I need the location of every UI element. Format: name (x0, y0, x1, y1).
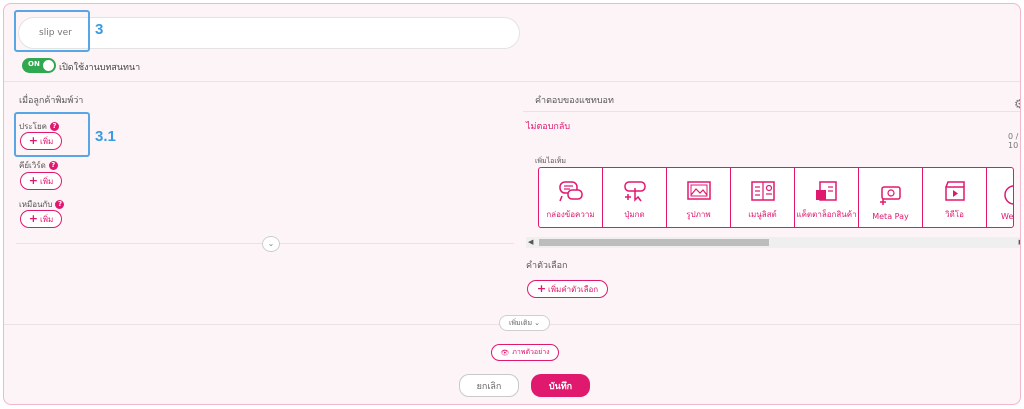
section-divider (4, 81, 1020, 82)
plus-icon: + (28, 134, 38, 147)
add-exact-match-label: เพิ่ม (39, 214, 54, 224)
toggle-label: เปิดใช้งานบทสนทนา (59, 63, 141, 73)
card-label: Meta Pay (872, 212, 909, 221)
help-icon[interactable]: ? (55, 200, 65, 209)
enable-conversation-toggle[interactable]: ON (22, 58, 56, 73)
annotation-label-3: 3 (95, 21, 104, 38)
card-video[interactable]: วิดีโอ (923, 168, 987, 227)
highlight-box-3 (14, 10, 90, 52)
cards-horizontal-scrollbar[interactable]: ◀ ▶ (526, 237, 1020, 248)
plus-icon: + (536, 282, 547, 295)
card-label: รูปภาพ (686, 210, 711, 219)
chat-bubble-icon (558, 181, 583, 202)
options-title: คำตัวเลือก (526, 261, 568, 271)
expand-chevron-icon[interactable]: ⌄ (262, 236, 280, 252)
chevron-down-icon: ⌄ (534, 319, 541, 327)
conversation-name-field[interactable] (18, 17, 520, 49)
eye-icon: 👁 (500, 348, 510, 357)
meta-pay-icon (879, 186, 901, 205)
web-icon (1004, 185, 1013, 205)
image-icon (686, 181, 711, 200)
conversation-editor-panel: 3 ON เปิดใช้งานบทสนทนา เมื่อลูกค้าพิมพ์ว… (3, 3, 1021, 405)
card-label: กล่องข้อความ (546, 210, 595, 219)
card-label: เมนูลิสต์ (748, 210, 777, 219)
annotation-label-3-1: 3.1 (95, 128, 116, 145)
card-button[interactable]: ปุ่มกด (603, 168, 667, 227)
toggle-knob (43, 60, 54, 71)
catalog-icon (815, 181, 837, 201)
keyword-label: คีย์เวิร์ด ? (19, 159, 58, 172)
plus-icon: + (28, 212, 38, 225)
more-button[interactable]: เพิ่มเติม ⌄ (499, 315, 550, 331)
card-label: Web (1001, 212, 1013, 221)
add-item-label: เพิ่มไอเท็ม (535, 157, 566, 165)
no-reply-option[interactable]: ไม่ตอบกลับ (526, 119, 570, 133)
card-label: ปุ่มกด (624, 210, 645, 219)
menu-list-icon (750, 181, 775, 201)
add-keyword-button[interactable]: + เพิ่ม (20, 172, 62, 190)
scroll-right-arrow-icon[interactable]: ▶ (1019, 237, 1020, 248)
card-menu-list[interactable]: เมนูลิสต์ (731, 168, 795, 227)
right-panel-title: คำตอบของแชทบอท (535, 96, 614, 106)
add-sentence-button[interactable]: + เพิ่ม (20, 132, 62, 150)
preview-button[interactable]: 👁 ภาพตัวอย่าง (491, 344, 559, 361)
plus-icon: + (28, 174, 38, 187)
item-type-cards: กล่องข้อความ ปุ่มกด รูปภาพ เมนูลิสต์ แค็… (538, 167, 1014, 228)
add-exact-match-button[interactable]: + เพิ่ม (20, 210, 62, 228)
add-option-label: เพิ่มคำตัวเลือก (548, 284, 599, 294)
card-meta-pay[interactable]: Meta Pay (859, 168, 923, 227)
save-button[interactable]: บันทึก (531, 374, 590, 397)
left-panel-title: เมื่อลูกค้าพิมพ์ว่า (19, 96, 84, 106)
more-label: เพิ่มเติม (508, 318, 533, 327)
conversation-name-input[interactable] (37, 27, 497, 39)
card-web[interactable]: Web (987, 168, 1013, 227)
card-image[interactable]: รูปภาพ (667, 168, 731, 227)
card-label: วิดีโอ (945, 210, 964, 219)
add-option-button[interactable]: + เพิ่มคำตัวเลือก (527, 280, 608, 298)
add-sentence-label: เพิ่ม (39, 136, 54, 146)
card-text-box[interactable]: กล่องข้อความ (539, 168, 603, 227)
card-label: แค็ตตาล็อกสินค้า (796, 210, 857, 219)
scrollbar-thumb[interactable] (539, 239, 769, 246)
cancel-button[interactable]: ยกเลิก (459, 374, 519, 397)
toggle-state-label: ON (28, 60, 40, 68)
keyword-label-text: คีย์เวิร์ด (19, 161, 46, 170)
add-keyword-label: เพิ่ม (39, 176, 54, 186)
preview-label: ภาพตัวอย่าง (512, 348, 550, 356)
help-icon[interactable]: ? (48, 161, 58, 170)
item-counter: 0 / 10 (1008, 132, 1019, 150)
gear-icon[interactable]: ⚙ (1014, 97, 1020, 111)
button-click-icon (623, 181, 646, 202)
card-catalog[interactable]: แค็ตตาล็อกสินค้า (795, 168, 859, 227)
right-panel-divider (523, 111, 1020, 112)
scroll-left-arrow-icon[interactable]: ◀ (528, 237, 533, 248)
video-icon (944, 181, 965, 201)
help-icon[interactable]: ? (50, 122, 60, 131)
